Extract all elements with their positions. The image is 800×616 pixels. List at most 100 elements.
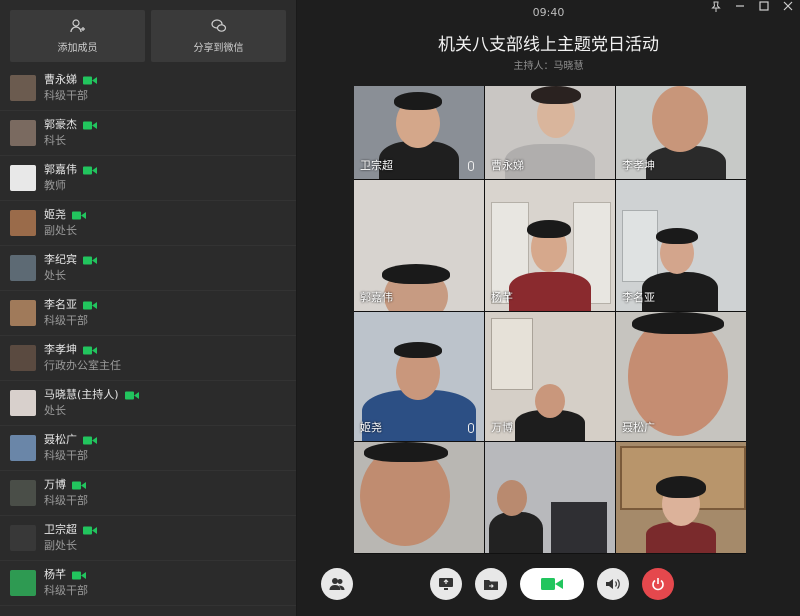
video-tile[interactable]: 曹永娣 — [485, 86, 615, 179]
avatar — [10, 435, 36, 461]
camera-on-icon — [83, 346, 97, 354]
members-button[interactable] — [321, 568, 353, 600]
person-shape — [531, 86, 581, 104]
camera-on-icon — [124, 391, 139, 399]
meeting-title: 机关八支部线上主题党日活动 — [438, 35, 659, 55]
video-tile[interactable]: 万博 — [485, 312, 615, 441]
member-row[interactable]: 卫宗超 副处长 — [0, 516, 296, 561]
member-name: 万博 — [44, 478, 66, 491]
camera-on-icon — [72, 481, 86, 489]
sidebar-actions: 添加成员 分享到微信 — [0, 0, 296, 68]
file-share-button[interactable] — [475, 568, 507, 600]
add-member-button[interactable]: 添加成员 — [10, 10, 145, 62]
wechat-icon — [210, 18, 226, 32]
person-shape — [364, 442, 448, 462]
participant-name: 李孝坤 — [622, 159, 655, 172]
member-row[interactable]: 马晓慧(主持人) 处长 — [0, 381, 296, 426]
member-role: 科级干部 — [44, 584, 88, 597]
close-icon[interactable] — [782, 0, 794, 12]
meeting-main: 09:40 机关八支部线上主题党日活动 主持人：马晓慧 卫宗超 曹永娣 李孝坤 — [297, 0, 800, 616]
video-tile[interactable]: 杨芊 — [485, 180, 615, 311]
video-tile[interactable]: 李孝坤 — [616, 86, 746, 179]
avatar — [10, 480, 36, 506]
add-member-label: 添加成员 — [57, 42, 98, 54]
avatar — [10, 345, 36, 371]
video-tile[interactable] — [616, 442, 746, 553]
member-role: 科级干部 — [44, 494, 88, 507]
camera-on-icon — [72, 571, 86, 579]
meeting-toolbar — [297, 568, 800, 602]
participant-name: 杨芊 — [491, 291, 513, 304]
video-tile[interactable] — [485, 442, 615, 553]
participant-name: 郭嘉伟 — [360, 291, 393, 304]
member-row[interactable]: 郭嘉伟 教师 — [0, 156, 296, 201]
meeting-host: 主持人：马晓慧 — [513, 61, 584, 72]
member-role: 副处长 — [44, 224, 77, 237]
video-tile[interactable]: 姬尧 — [354, 312, 484, 441]
maximize-icon[interactable] — [758, 0, 770, 12]
mic-icon — [468, 161, 474, 171]
person-shape — [656, 228, 698, 244]
member-row[interactable]: 聂松广 科级干部 — [0, 426, 296, 471]
camera-toggle-button[interactable] — [520, 568, 584, 600]
camera-on-icon — [83, 301, 97, 309]
member-name: 李纪宾 — [44, 253, 77, 266]
participant-name: 曹永娣 — [491, 159, 524, 172]
member-row[interactable]: 郭豪杰 科长 — [0, 111, 296, 156]
member-row[interactable]: 曹永娣 科级干部 — [0, 66, 296, 111]
member-row[interactable]: 杨芊 科级干部 — [0, 561, 296, 606]
member-role: 副处长 — [44, 539, 77, 552]
member-name: 马晓慧(主持人) — [44, 388, 119, 401]
member-name: 杨芊 — [44, 568, 66, 581]
speaker-button[interactable] — [597, 568, 629, 600]
member-role: 科级干部 — [44, 449, 88, 462]
screen-share-button[interactable] — [430, 568, 462, 600]
member-role: 处长 — [44, 404, 66, 417]
screen-share-icon — [439, 578, 453, 590]
avatar — [10, 525, 36, 551]
member-role: 行政办公室主任 — [44, 359, 121, 372]
avatar — [10, 255, 36, 281]
participant-name: 卫宗超 — [360, 159, 393, 172]
member-list: 曹永娣 科级干部 郭豪杰 科长 郭嘉伟 教师 姬尧 副处长 李纪宾 处长 李名亚 科级干部 … — [0, 66, 296, 606]
person-shape — [646, 522, 716, 553]
video-tile[interactable]: 郭嘉伟 — [354, 180, 484, 311]
video-tile[interactable]: 卫宗超 — [354, 86, 484, 179]
person-shape — [394, 92, 442, 110]
camera-on-icon — [83, 76, 97, 84]
person-shape — [489, 512, 543, 553]
member-row[interactable]: 万博 科级干部 — [0, 471, 296, 516]
member-role: 教师 — [44, 179, 66, 192]
participant-name: 李名亚 — [622, 291, 655, 304]
camera-on-icon — [72, 211, 86, 219]
member-role: 科长 — [44, 134, 66, 147]
person-shape — [632, 312, 724, 334]
video-tile[interactable]: 聂松广 — [616, 312, 746, 441]
speaker-icon — [606, 579, 620, 589]
member-name: 郭豪杰 — [44, 118, 77, 131]
person-shape — [382, 264, 450, 284]
member-role: 科级干部 — [44, 89, 88, 102]
member-row[interactable]: 李纪宾 处长 — [0, 246, 296, 291]
minimize-icon[interactable] — [734, 0, 746, 12]
folder-share-icon — [484, 580, 498, 590]
camera-on-icon — [83, 166, 97, 174]
avatar — [10, 300, 36, 326]
member-name: 郭嘉伟 — [44, 163, 77, 176]
member-row[interactable]: 李名亚 科级干部 — [0, 291, 296, 336]
person-shape — [652, 86, 708, 152]
pin-icon[interactable] — [710, 0, 722, 12]
member-row[interactable]: 李孝坤 行政办公室主任 — [0, 336, 296, 381]
video-tile[interactable]: 李名亚 — [616, 180, 746, 311]
participant-sidebar: 添加成员 分享到微信 曹永娣 科级干部 郭豪杰科长 郭嘉伟教师 姬尧 副处长 李纪宾… — [0, 0, 297, 616]
power-icon — [652, 578, 664, 591]
member-role: 处长 — [44, 269, 66, 282]
video-grid: 卫宗超 曹永娣 李孝坤 郭嘉伟 杨芊 李名亚 姬尧 万博 聂松广 — [354, 86, 746, 554]
avatar — [10, 210, 36, 236]
person-shape — [628, 316, 728, 436]
member-row[interactable]: 姬尧 副处长 — [0, 201, 296, 246]
video-tile[interactable] — [354, 442, 484, 553]
share-wechat-button[interactable]: 分享到微信 — [151, 10, 286, 62]
person-shape — [535, 384, 565, 418]
end-call-button[interactable] — [642, 568, 674, 600]
